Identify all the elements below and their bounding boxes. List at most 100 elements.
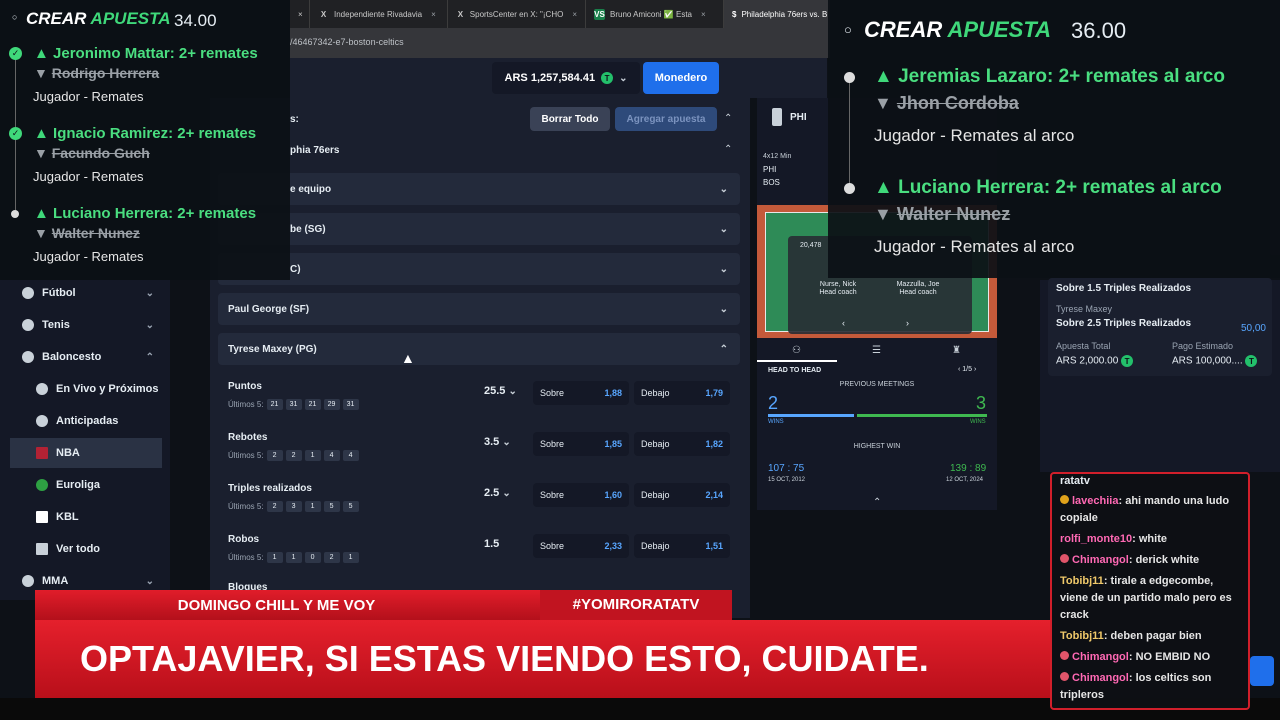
line-value: 3.5 <box>484 436 500 448</box>
under-odds-button[interactable]: Debajo 1,79 <box>634 381 730 405</box>
last5-chip: 1 <box>266 552 283 563</box>
under-odds-button[interactable]: Debajo 2,14 <box>634 483 730 507</box>
player-row-paul-george[interactable]: Paul George (SF) ⌄ <box>218 293 740 325</box>
balance-dropdown[interactable]: ARS 1,257,584.41 T ⌄ <box>492 62 640 94</box>
arrow-down-icon: ▼ <box>34 65 48 81</box>
last5-chip: 31 <box>342 399 359 410</box>
leg-opponent: ▼ Walter Nunez <box>874 204 1010 225</box>
court-value: 20,478 <box>800 242 822 249</box>
coin-icon: T <box>1121 355 1134 367</box>
player-row[interactable]: C) ⌄ <box>218 253 740 285</box>
h2h-pager[interactable]: ‹ 1/5 › <box>958 366 976 373</box>
tab-close-icon[interactable]: × <box>701 10 706 19</box>
prop-market-rebotes: Rebotes Últimos 5: 2 2 1 4 4 3.5 ⌄ Sobre 1,85 … <box>218 428 740 478</box>
over-odds-button[interactable]: Sobre 2,33 <box>533 534 629 558</box>
last5-chip: 21 <box>266 399 283 410</box>
check-icon: ✓ <box>9 127 22 140</box>
stats-tab-icon[interactable]: ☰ <box>872 345 881 356</box>
browser-tab[interactable]: VS Bruno Amiconi ✅ Esta × <box>586 0 724 28</box>
leg-opponent: ▼ Walter Nunez <box>34 225 140 241</box>
address-bar[interactable]: /46467342-e7-boston-celtics <box>290 28 830 58</box>
carousel-prev-icon[interactable]: ‹ <box>842 318 845 328</box>
arrow-up-icon: ▲ <box>34 45 49 62</box>
sidebar-item-en-vivo[interactable]: En Vivo y Próximos <box>10 374 162 404</box>
tab-close-icon[interactable]: × <box>298 10 303 19</box>
under-odds-button[interactable]: Debajo 1,82 <box>634 432 730 456</box>
sidebar-item-ver-todo[interactable]: Ver todo <box>10 534 162 564</box>
sidebar-item-kbl[interactable]: KBL <box>10 502 162 532</box>
x-logo-icon: X <box>457 9 464 19</box>
browser-tab[interactable]: X Independiente Rivadavia × <box>310 0 448 28</box>
sidebar-item-baloncesto[interactable]: Baloncesto ⌃ <box>10 342 162 372</box>
last5-chip: 3 <box>285 501 302 512</box>
stake-label: Apuesta Total <box>1056 341 1111 351</box>
chevron-up-icon[interactable]: ⌃ <box>873 497 881 508</box>
carousel-next-icon[interactable]: › <box>906 318 909 328</box>
team-section-title: phia 76ers <box>290 145 340 156</box>
team1-abbr: PHI <box>763 165 777 174</box>
chevron-down-icon: ⌄ <box>719 183 728 195</box>
under-odds-button[interactable]: Debajo 1,51 <box>634 534 730 558</box>
add-bet-button[interactable]: Agregar apuesta <box>615 107 717 131</box>
chevron-down-icon: ⌄ <box>508 386 517 397</box>
wallet-button[interactable]: Monedero <box>643 62 719 94</box>
sidebar-item-tenis[interactable]: Tenis ⌄ <box>10 310 162 340</box>
stream-banner-message: OPTAJAVIER, SI ESTAS VIENDO ESTO, CUIDAT… <box>35 620 1050 698</box>
chevron-up-icon[interactable]: ⌃ <box>724 144 732 155</box>
line-selector[interactable]: 25.5 ⌄ <box>484 385 517 397</box>
line-selector[interactable]: 3.5 ⌄ <box>484 436 511 448</box>
chat-text: : white <box>1132 533 1167 545</box>
player-row-label: Paul George (SF) <box>228 303 310 315</box>
chat-message: Tobibj11: deben pagar bien <box>1060 628 1242 645</box>
arrow-down-icon: ▼ <box>34 145 48 161</box>
player-row[interactable]: be (SG) ⌄ <box>218 213 740 245</box>
clear-all-button[interactable]: Borrar Todo <box>530 107 610 131</box>
over-odds-button[interactable]: Sobre 1,85 <box>533 432 629 456</box>
player-row-label: be (SG) <box>290 223 326 235</box>
sidebar-item-futbol[interactable]: Fútbol ⌄ <box>10 278 162 308</box>
leg-player: ▲ Jeremias Lazaro: 2+ remates al arco <box>874 66 1225 88</box>
line-selector[interactable]: 2.5 ⌄ <box>484 487 511 499</box>
player-row-tyrese-maxey[interactable]: Tyrese Maxey (PG) ⌃ <box>218 333 740 365</box>
sidebar-item-anticipadas[interactable]: Anticipadas <box>10 406 162 436</box>
browser-tab[interactable]: X SportsCenter en X: "¡CHO × <box>448 0 586 28</box>
browser-tab-active[interactable]: $ Philadelphia 76ers vs. B <box>724 0 830 28</box>
over-odds-button[interactable]: Sobre 1,88 <box>533 381 629 405</box>
leg-opponent-text: Jhon Cordoba <box>896 93 1019 113</box>
browser-tab[interactable]: × <box>290 0 310 28</box>
tab-close-icon[interactable]: × <box>431 10 436 19</box>
korea-flag-icon <box>36 511 48 523</box>
sidebar-item-label: Baloncesto <box>42 351 102 363</box>
chat-user: Chimangol <box>1072 554 1129 566</box>
betslip-place-button[interactable] <box>1250 656 1274 686</box>
browser-tabbar: × X Independiente Rivadavia × X SportsCente… <box>290 0 830 28</box>
leg-market: Jugador - Remates <box>33 249 144 264</box>
jersey-tab-icon[interactable]: ♜ <box>952 345 961 356</box>
lineup-tab-icon[interactable]: ⚇ <box>792 345 801 356</box>
leg-player: ▲ Luciano Herrera: 2+ remates <box>34 205 256 222</box>
last5-chip: 2 <box>266 501 283 512</box>
over-label: Sobre <box>540 388 565 398</box>
tab-close-icon[interactable]: × <box>572 10 577 19</box>
sidebar-item-euroliga[interactable]: Euroliga <box>10 470 162 500</box>
coach2-role: Head coach <box>899 289 937 296</box>
sidebar-item-nba[interactable]: NBA <box>10 438 162 468</box>
pager-value: 1/5 <box>962 366 973 373</box>
team2-abbr: BOS <box>763 178 780 187</box>
chat-channel: ratatv <box>1060 475 1090 487</box>
chevron-down-icon: ⌄ <box>619 72 628 84</box>
player-row[interactable]: e equipo ⌄ <box>218 173 740 205</box>
leg-player-text: Luciano Herrera: 2+ remates <box>53 205 257 222</box>
banner-title-text: DOMINGO CHILL Y ME VOY <box>177 597 376 614</box>
odds-value: 1,51 <box>705 541 723 551</box>
status-ring-icon: ○ <box>12 12 18 22</box>
leg-player-text: Luciano Herrera: 2+ remates al arco <box>898 177 1222 198</box>
summary-line-2: Sobre 2.5 Triples Realizados <box>1056 318 1192 329</box>
under-label: Debajo <box>641 439 670 449</box>
over-odds-button[interactable]: Sobre 1,60 <box>533 483 629 507</box>
line-value: 2.5 <box>484 487 500 499</box>
chevron-up-icon[interactable]: ⌃ <box>724 113 732 124</box>
wins-bar-left <box>768 414 854 417</box>
last5-chip: 2 <box>285 450 302 461</box>
chat-user: Tobibj11 <box>1060 575 1104 587</box>
